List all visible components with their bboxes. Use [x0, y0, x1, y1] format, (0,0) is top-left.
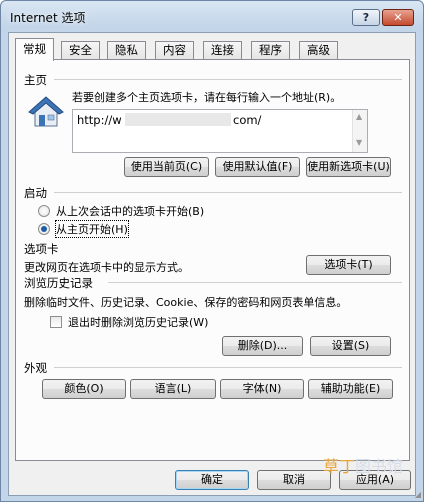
tab-privacy[interactable]: 隐私: [107, 41, 146, 60]
fonts-button[interactable]: 字体(N): [220, 379, 304, 399]
use-new-tab-button[interactable]: 使用新选项卡(U): [306, 157, 391, 177]
radio-start-with-home-label[interactable]: 从主页开始(H): [55, 220, 129, 238]
tabs-section-title: 选项卡: [24, 242, 59, 256]
delete-on-exit-checkbox[interactable]: [50, 316, 62, 328]
startup-title: 启动: [24, 186, 47, 200]
history-title: 浏览历史记录: [24, 276, 93, 290]
title-bar[interactable]: Internet 选项 ? ✕: [1, 1, 423, 31]
url-input-scrollbar[interactable]: ▲ ▼: [352, 110, 367, 152]
internet-options-window: Internet 选项 ? ✕ 常规 安全 隐私 内容 连接 程序 高级 主页 …: [0, 0, 424, 502]
appearance-divider: [54, 367, 402, 368]
watermark-suffix: 图书馆: [355, 457, 404, 476]
tab-security[interactable]: 安全: [61, 41, 100, 60]
delete-on-exit-label[interactable]: 退出时删除浏览历史记录(W): [68, 314, 208, 330]
home-url-text-start: http://w: [77, 113, 122, 127]
accessibility-button[interactable]: 辅助功能(E): [308, 379, 393, 399]
languages-button[interactable]: 语言(L): [130, 379, 216, 399]
watermark-prefix: 草丁: [323, 457, 356, 476]
tab-advanced[interactable]: 高级: [299, 41, 338, 60]
radio-last-session[interactable]: [38, 205, 50, 217]
tab-content[interactable]: 内容: [155, 41, 194, 60]
home-divider: [54, 79, 402, 80]
redacted-url-block: [125, 113, 231, 126]
history-settings-button[interactable]: 设置(S): [310, 336, 391, 356]
startup-divider: [54, 192, 402, 193]
appearance-title: 外观: [24, 361, 47, 375]
use-current-button[interactable]: 使用当前页(C): [124, 157, 209, 177]
use-default-button[interactable]: 使用默认值(F): [215, 157, 300, 177]
tab-programs[interactable]: 程序: [251, 41, 290, 60]
home-page-icon: [28, 96, 64, 127]
scroll-down-icon[interactable]: ▼: [356, 138, 362, 147]
home-page-url-input[interactable]: http://w com/ ▲ ▼: [72, 109, 368, 153]
home-page-description: 若要创建多个主页选项卡，请在每行输入一个地址(R)。: [72, 91, 342, 104]
general-tab-panel: 主页 若要创建多个主页选项卡，请在每行输入一个地址(R)。 http://w c…: [15, 59, 410, 461]
history-divider: [108, 282, 402, 283]
dialog-body: 常规 安全 隐私 内容 连接 程序 高级 主页 若要创建多个主页选项卡，请在每行…: [8, 32, 416, 496]
tab-general[interactable]: 常规: [15, 38, 54, 61]
colors-button[interactable]: 颜色(O): [42, 379, 126, 399]
home-page-title: 主页: [24, 73, 47, 87]
delete-history-button[interactable]: 删除(D)...: [222, 336, 303, 356]
radio-start-with-home[interactable]: [38, 223, 50, 235]
cancel-button[interactable]: 取消: [257, 470, 331, 490]
history-description: 删除临时文件、历史记录、Cookie、保存的密码和网页表单信息。: [24, 296, 348, 309]
tabs-settings-button[interactable]: 选项卡(T): [306, 255, 391, 275]
close-button[interactable]: ✕: [382, 9, 414, 26]
ok-button[interactable]: 确定: [175, 470, 249, 490]
radio-last-session-label[interactable]: 从上次会话中的选项卡开始(B): [56, 203, 204, 219]
tab-connections[interactable]: 连接: [203, 41, 242, 60]
scroll-up-icon[interactable]: ▲: [356, 112, 362, 121]
help-button[interactable]: ?: [352, 9, 380, 26]
site-watermark: 草丁图书馆: [323, 453, 403, 477]
window-title: Internet 选项: [10, 11, 86, 25]
home-url-text-end: com/: [233, 113, 262, 127]
resize-grip-icon[interactable]: ◢: [415, 490, 421, 499]
tabs-section-description: 更改网页在选项卡中的显示方式。: [24, 261, 189, 274]
